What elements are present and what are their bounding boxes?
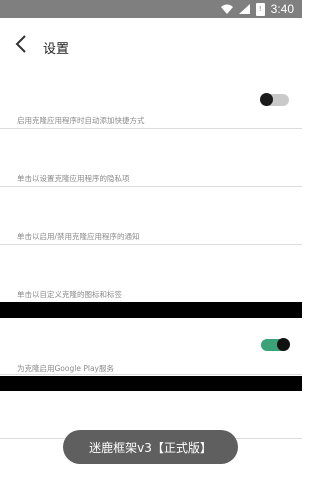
setting-row-google-play[interactable]: 为克隆启用Google Play服务 (0, 318, 302, 374)
setting-label: 单击以自定义克隆的图标和标签 (17, 290, 122, 299)
setting-row-auto-shortcut[interactable]: 启用克隆应用程序时自动添加快捷方式 (0, 72, 302, 130)
app-header: 设置 (0, 18, 302, 72)
shortcut-toggle[interactable] (260, 93, 289, 106)
setting-row-notifications[interactable]: 单击以启用/禁用克隆应用程序的通知 (0, 187, 302, 244)
battery-icon: ! (255, 2, 265, 16)
setting-row-icon-label[interactable]: 单击以自定义克隆的图标和标签 (0, 245, 302, 302)
page-title: 设置 (43, 42, 70, 57)
toggle-knob (260, 93, 273, 106)
black-bar (0, 376, 302, 391)
toast-message: 迷鹿框架v3【正式版】 (63, 430, 238, 464)
status-time: 3:40 (270, 2, 294, 16)
setting-label: 单击以启用/禁用克隆应用程序的通知 (17, 232, 140, 241)
signal-icon (238, 4, 250, 14)
setting-label: 为克隆启用Google Play服务 (17, 364, 114, 373)
wifi-icon (220, 4, 233, 14)
setting-label: 单击以设置克隆应用程序的隐私项 (17, 174, 130, 183)
google-play-toggle[interactable] (261, 338, 290, 351)
toggle-knob (277, 338, 290, 351)
status-bar: ! 3:40 (0, 0, 302, 18)
divider (0, 374, 302, 375)
settings-screen: ! 3:40 设置 启用克隆应用程序时自动添加快捷方式 单击以设置克隆应用程序的… (0, 0, 302, 477)
status-icons: ! 3:40 (220, 0, 294, 18)
back-button[interactable] (8, 31, 34, 57)
setting-label: 启用克隆应用程序时自动添加快捷方式 (17, 116, 145, 125)
setting-row-privacy[interactable]: 单击以设置克隆应用程序的隐私项 (0, 129, 302, 186)
chevron-left-icon (15, 35, 26, 53)
black-bar (0, 302, 302, 318)
